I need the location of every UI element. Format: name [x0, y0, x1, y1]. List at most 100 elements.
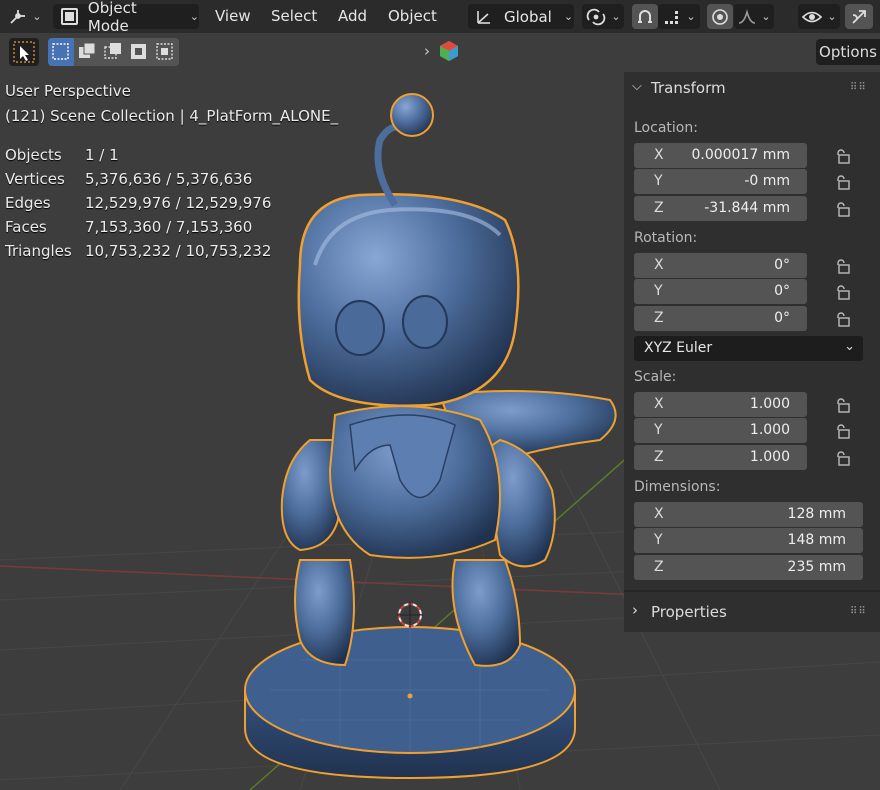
field-value: 235 mm — [787, 559, 846, 575]
snap-toggle[interactable] — [632, 4, 658, 29]
select-extend-button[interactable] — [74, 38, 100, 66]
lock-icon[interactable] — [834, 311, 850, 327]
lock-icon[interactable] — [834, 201, 850, 217]
lock-icon[interactable] — [834, 174, 850, 190]
chevron-right-icon: › — [632, 601, 638, 619]
chevron-down-icon: ⌄ — [827, 10, 837, 23]
chevron-down-icon: ⌄ — [761, 10, 771, 23]
chevron-down-icon: ⌄ — [32, 10, 42, 23]
lock-icon[interactable] — [834, 450, 850, 466]
drag-handle-icon[interactable]: ⠿⠿ — [850, 606, 867, 617]
location-z-field[interactable]: Z -31.844 mm — [634, 196, 807, 221]
rotation-mode-value: XYZ Euler — [644, 340, 713, 356]
field-value: 1.000 — [749, 449, 790, 465]
field-value: -0 mm — [744, 173, 790, 189]
stat-label: Edges — [5, 194, 51, 212]
expand-toolbar-chevron-icon[interactable]: › — [424, 42, 430, 60]
editor-type-icon — [10, 9, 26, 24]
field-value: 0° — [774, 257, 790, 273]
select-tool-button[interactable] — [9, 38, 39, 66]
rotation-mode-dropdown[interactable]: XYZ Euler ⌄ — [634, 336, 863, 361]
options-button[interactable]: Options — [816, 39, 880, 65]
object-origin — [407, 693, 413, 699]
proportional-edit-toggle[interactable] — [707, 4, 733, 29]
field-value: 0° — [774, 283, 790, 299]
stat-value: 1 / 1 — [85, 146, 119, 164]
scale-z-field[interactable]: Z 1.000 — [634, 445, 807, 470]
scale-label: Scale: — [634, 369, 677, 385]
falloff-curve-icon — [739, 8, 756, 24]
menu-view[interactable]: View — [215, 7, 251, 25]
snap-target-button[interactable]: ⌄ — [658, 4, 700, 29]
field-value: 0° — [774, 310, 790, 326]
rotation-z-field[interactable]: Z 0° — [634, 306, 807, 331]
transform-title: Transform — [651, 79, 726, 97]
select-invert-button[interactable] — [126, 38, 152, 66]
transform-panel-header[interactable]: ⌵ Transform ⠿⠿ — [624, 72, 880, 106]
stat-label: Vertices — [5, 170, 65, 188]
axis-label: Y — [654, 422, 663, 438]
rotation-y-field[interactable]: Y 0° — [634, 279, 807, 304]
select-invert-icon — [131, 44, 146, 59]
axis-label: Z — [654, 449, 664, 465]
editor-type-button[interactable]: ⌄ — [4, 4, 46, 29]
menu-add[interactable]: Add — [338, 7, 367, 25]
axis-label: Z — [654, 559, 664, 575]
stat-value: 5,376,636 / 5,376,636 — [85, 170, 253, 188]
drag-handle-icon[interactable]: ⠿⠿ — [850, 82, 867, 93]
rotation-x-field[interactable]: X 0° — [634, 253, 807, 278]
lock-icon[interactable] — [834, 423, 850, 439]
visibility-button[interactable]: ⌄ — [798, 4, 840, 29]
chevron-down-icon: ⌵ — [632, 79, 642, 94]
stat-value: 7,153,360 / 7,153,360 — [85, 218, 253, 236]
axis-label: Z — [654, 310, 664, 326]
dimensions-y-field[interactable]: Y 148 mm — [634, 528, 863, 553]
properties-title: Properties — [651, 603, 727, 621]
axis-label: Y — [654, 532, 663, 548]
mode-label: Object Mode — [87, 0, 137, 35]
chevron-down-icon: ⌄ — [686, 10, 696, 23]
select-new-button[interactable] — [48, 38, 74, 66]
rotation-label: Rotation: — [634, 230, 698, 246]
field-value: -31.844 mm — [704, 200, 790, 216]
location-x-field[interactable]: X 0.000017 mm — [634, 143, 807, 168]
axis-label: X — [654, 147, 664, 163]
select-subtract-button[interactable] — [100, 38, 126, 66]
select-subtract-icon — [104, 43, 121, 59]
axis-label: Y — [654, 173, 663, 189]
lock-icon[interactable] — [834, 148, 850, 164]
stat-value: 12,529,976 / 12,529,976 — [85, 194, 272, 212]
mode-selector[interactable]: Object Mode ⌄ — [53, 0, 199, 35]
axis-label: X — [654, 506, 664, 522]
menu-object[interactable]: Object — [388, 7, 437, 25]
lock-icon[interactable] — [834, 258, 850, 274]
select-intersect-icon — [156, 43, 173, 60]
proportional-falloff-button[interactable]: ⌄ — [734, 4, 774, 29]
menu-select[interactable]: Select — [271, 7, 317, 25]
dimensions-x-field[interactable]: X 128 mm — [634, 502, 863, 527]
dimensions-label: Dimensions: — [634, 479, 721, 495]
lock-icon[interactable] — [834, 397, 850, 413]
pivot-point-button[interactable]: ⌄ — [582, 4, 624, 29]
gizmo-toggle[interactable] — [845, 4, 873, 29]
scale-y-field[interactable]: Y 1.000 — [634, 418, 807, 443]
select-intersect-button[interactable] — [152, 38, 179, 66]
select-mode-group — [48, 38, 179, 66]
snap-increment-icon — [665, 10, 679, 24]
antenna-ball — [390, 93, 434, 137]
properties-panel-header[interactable]: › Properties ⠿⠿ — [624, 596, 880, 628]
select-extend-icon — [79, 42, 96, 58]
dimensions-z-field[interactable]: Z 235 mm — [634, 555, 863, 580]
3d-cursor-icon — [397, 602, 423, 628]
chevron-down-icon: ⌄ — [563, 10, 574, 23]
collection-label: (121) Scene Collection | 4_PlatForm_ALON… — [5, 107, 339, 125]
viewport-header: ⌄ Object Mode ⌄ View Select Add Object G… — [0, 0, 880, 35]
scale-x-field[interactable]: X 1.000 — [634, 392, 807, 417]
proportional-icon — [712, 8, 728, 25]
axis-label: Y — [654, 283, 663, 299]
axis-label: X — [654, 257, 664, 273]
lock-icon[interactable] — [834, 284, 850, 300]
location-y-field[interactable]: Y -0 mm — [634, 169, 807, 194]
transform-orientation-selector[interactable]: Global ⌄ — [468, 4, 574, 29]
orientation-label: Global — [504, 7, 552, 26]
